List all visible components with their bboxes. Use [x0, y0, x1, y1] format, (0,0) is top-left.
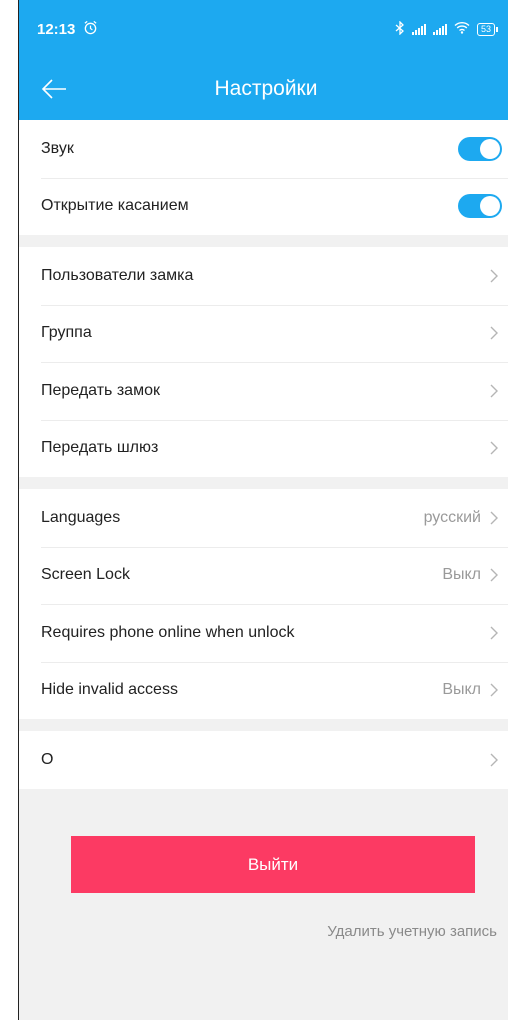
bluetooth-icon — [395, 19, 405, 38]
chevron-right-icon — [490, 384, 498, 398]
chevron-right-icon — [490, 269, 498, 283]
setting-label: Пользователи замка — [41, 266, 194, 284]
logout-button[interactable]: Выйти — [71, 836, 475, 893]
setting-row-phone-online[interactable]: Requires phone online when unlock — [19, 604, 508, 662]
chevron-right-icon — [490, 626, 498, 640]
setting-row-sound[interactable]: Звук — [19, 120, 508, 178]
wifi-icon — [454, 21, 470, 37]
phone-screen: 12:13 53 Настройки Звук Открытие касание… — [18, 0, 508, 1020]
battery-icon: 53 — [476, 22, 499, 36]
lock-settings-group: Пользователи замка Группа Передать замок… — [19, 247, 508, 477]
page-title: Настройки — [214, 77, 318, 100]
setting-label: Languages — [41, 508, 121, 526]
delete-account-link[interactable]: Удалить учетную запись — [327, 923, 497, 940]
setting-label: O — [41, 750, 54, 768]
setting-row-languages[interactable]: Languages русский — [19, 489, 508, 547]
setting-row-screen-lock[interactable]: Screen Lock Выкл — [19, 546, 508, 605]
chevron-right-icon — [490, 568, 498, 582]
toggle-settings-group: Звук Открытие касанием — [19, 120, 508, 235]
setting-value: Выкл — [442, 681, 481, 699]
chevron-right-icon — [490, 683, 498, 697]
touch-open-toggle[interactable] — [458, 194, 502, 219]
status-icons: 53 — [395, 19, 499, 38]
setting-row-group[interactable]: Группа — [19, 304, 508, 363]
setting-row-touch-open[interactable]: Открытие касанием — [19, 177, 508, 236]
setting-row-transfer-gateway[interactable]: Передать шлюз — [19, 419, 508, 478]
back-arrow-icon[interactable] — [39, 74, 69, 104]
setting-label: Screen Lock — [41, 566, 130, 584]
alarm-icon — [83, 20, 98, 39]
status-bar: 12:13 53 — [19, 0, 508, 58]
setting-row-lock-users[interactable]: Пользователи замка — [19, 247, 508, 305]
app-settings-group: Languages русский Screen Lock Выкл Requi… — [19, 489, 508, 719]
setting-label: Открытие касанием — [41, 197, 189, 215]
setting-value: Выкл — [442, 566, 481, 584]
chevron-right-icon — [490, 511, 498, 525]
setting-label: Передать замок — [41, 381, 160, 399]
sound-toggle[interactable] — [458, 136, 502, 161]
setting-label: Передать шлюз — [41, 439, 159, 457]
setting-value: русский — [423, 508, 481, 526]
setting-label: Группа — [41, 324, 92, 342]
setting-label: Requires phone online when unlock — [41, 623, 295, 641]
app-header: 12:13 53 Настройки — [19, 0, 508, 120]
chevron-right-icon — [490, 441, 498, 455]
setting-row-transfer-lock[interactable]: Передать замок — [19, 362, 508, 420]
chevron-right-icon — [490, 326, 498, 340]
status-time: 12:13 — [37, 20, 76, 38]
about-group: O — [19, 731, 508, 789]
setting-row-about[interactable]: O — [19, 731, 508, 789]
setting-row-hide-invalid-access[interactable]: Hide invalid access Выкл — [19, 661, 508, 720]
chevron-right-icon — [490, 753, 498, 767]
section-divider — [19, 235, 508, 247]
navbar: Настройки — [19, 58, 508, 120]
section-divider — [19, 719, 508, 731]
setting-label: Hide invalid access — [41, 681, 178, 699]
signal-icon — [411, 23, 426, 35]
section-divider — [19, 477, 508, 489]
setting-label: Звук — [41, 139, 74, 157]
signal-icon-2 — [432, 23, 447, 35]
